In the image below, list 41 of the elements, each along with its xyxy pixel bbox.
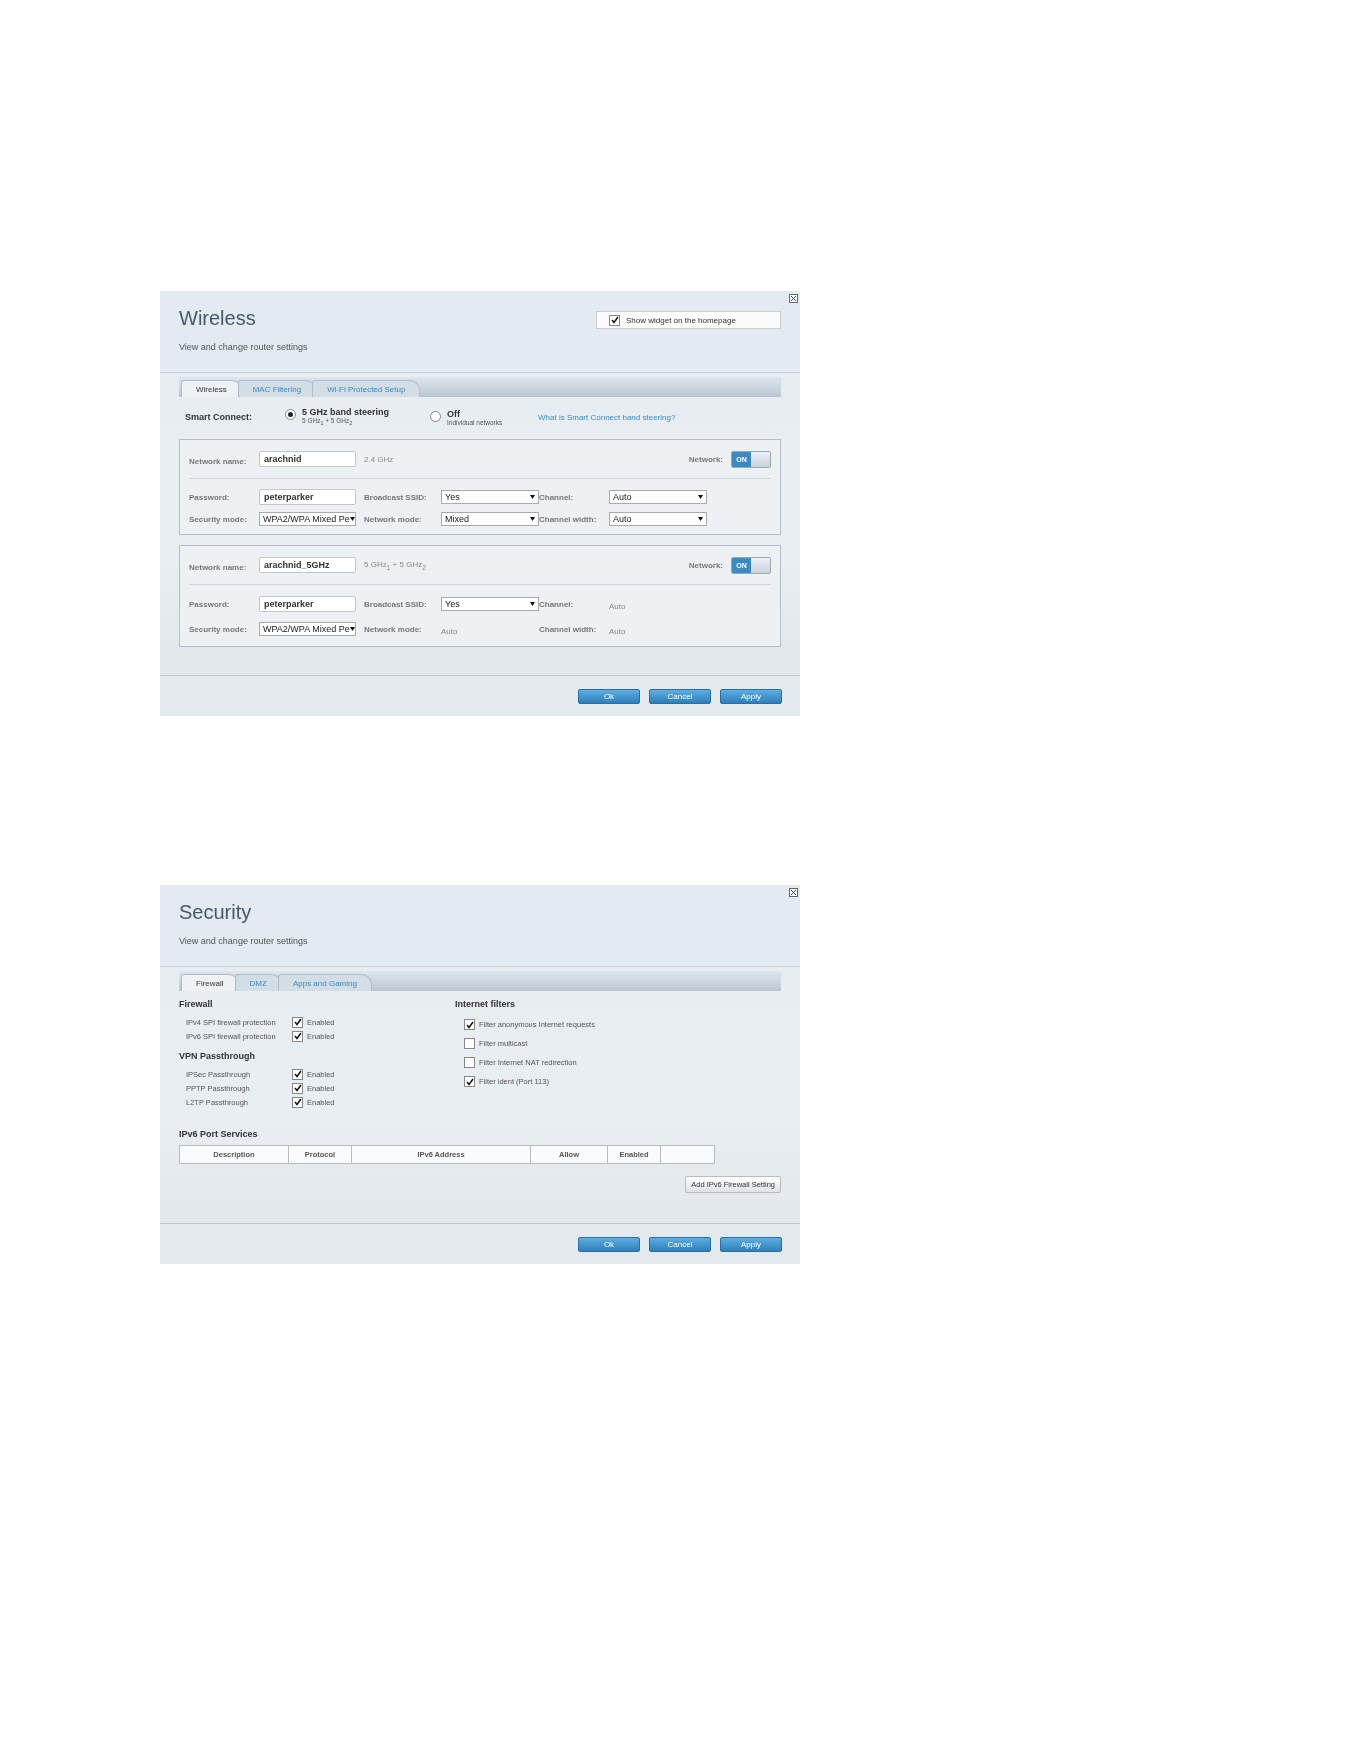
- field-label: Broadcast SSID:: [364, 599, 428, 609]
- field-label: Network:: [688, 560, 723, 570]
- field-label: Password:: [189, 599, 231, 609]
- option-label: 5 GHz band steering: [302, 407, 390, 418]
- dropdown[interactable]: WPA2/WPA Mixed Pe: [259, 622, 356, 636]
- band-label: 5 GHz$_{1}$ + 5 GHz$_{2}$: [364, 559, 427, 571]
- dropdown[interactable]: Yes: [441, 490, 539, 504]
- section-heading: Firewall: [179, 999, 214, 1009]
- option-label: Off: [447, 408, 461, 419]
- smart-connect-label: Smart Connect:: [184, 412, 253, 422]
- dialog-title: Wireless: [179, 307, 257, 330]
- field-label: Broadcast SSID:: [364, 492, 428, 502]
- band-label: 2.4 GHz: [364, 454, 395, 464]
- field-label: Channel:: [539, 492, 575, 502]
- field-label: Security mode:: [189, 514, 248, 524]
- field-label: Network:: [688, 454, 723, 464]
- field-label: Channel:: [539, 599, 575, 609]
- input-field[interactable]: peterparker: [259, 489, 356, 505]
- field-label: Channel width:: [539, 624, 598, 634]
- dialog-subtitle: View and change router settings: [179, 936, 308, 946]
- input-field[interactable]: arachnid_5GHz: [259, 557, 356, 573]
- dialog-title: Security: [179, 901, 253, 924]
- dropdown[interactable]: WPA2/WPA Mixed Pe: [259, 512, 356, 526]
- input-field[interactable]: arachnid: [259, 451, 356, 467]
- input-field[interactable]: peterparker: [259, 596, 356, 612]
- field-label: Security mode:: [189, 624, 248, 634]
- section-heading: Internet filters: [455, 999, 516, 1009]
- section-heading: VPN Passthrough: [179, 1051, 256, 1061]
- dropdown[interactable]: Yes: [441, 597, 539, 611]
- field-label: Network mode:: [364, 624, 423, 634]
- checkbox-label: Show widget on the homepage: [626, 315, 736, 325]
- dropdown[interactable]: Mixed: [441, 512, 539, 526]
- dropdown[interactable]: Auto: [609, 490, 707, 504]
- field-label: Network name:: [189, 457, 247, 466]
- field-label: Network name:: [189, 563, 247, 572]
- section-heading: IPv6 Port Services: [179, 1129, 259, 1139]
- field-label: Network mode:: [364, 514, 423, 524]
- dialog-subtitle: View and change router settings: [179, 342, 308, 352]
- dropdown[interactable]: Auto: [609, 512, 707, 526]
- field-label: Channel width:: [539, 514, 598, 524]
- field-label: Password:: [189, 492, 231, 502]
